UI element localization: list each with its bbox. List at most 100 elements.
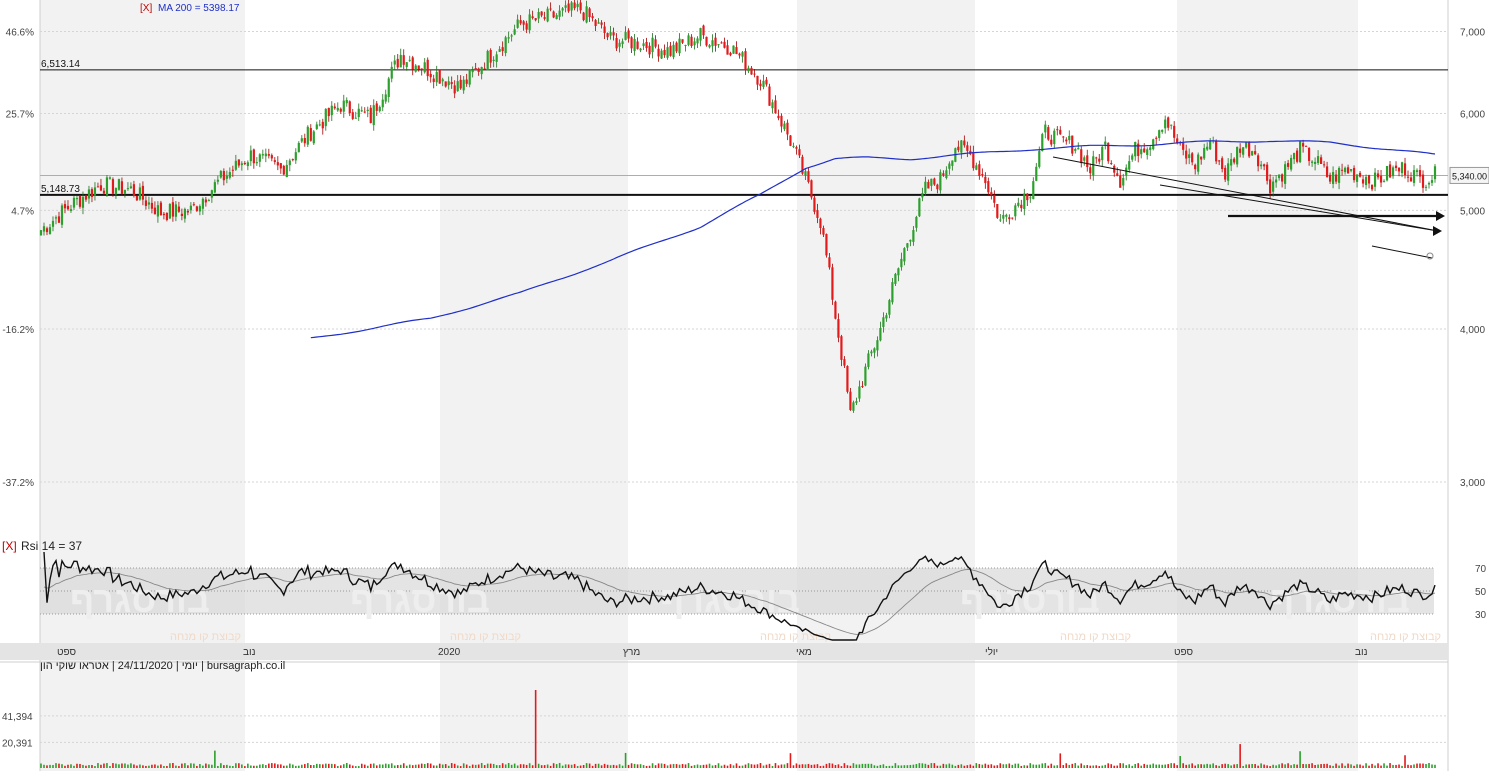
volume-bar (1371, 763, 1373, 768)
candle-body (228, 172, 231, 178)
candle-body (900, 258, 903, 268)
candle-body (471, 70, 474, 73)
volume-bar (390, 763, 393, 768)
candle-body (744, 51, 747, 71)
candle-body (1209, 141, 1212, 150)
candle-body (294, 152, 297, 161)
volume-bar (1323, 763, 1325, 768)
volume-bar (148, 765, 150, 768)
candle-body (1116, 173, 1119, 176)
volume-bar (495, 765, 498, 768)
volume-bar (1383, 763, 1385, 768)
candle-body (1430, 180, 1434, 183)
candle-body (411, 57, 414, 70)
volume-bar (726, 765, 729, 768)
candle-body (90, 189, 94, 197)
volume-bar (1356, 764, 1358, 768)
candle-body (1304, 145, 1308, 147)
candle-body (897, 268, 900, 276)
volume-bar (154, 764, 156, 768)
candle-body (1275, 179, 1278, 183)
volume-bar (1416, 763, 1418, 768)
volume-bar (714, 765, 717, 768)
volume-bar (208, 764, 210, 768)
volume-bar (247, 763, 249, 768)
candle-body (579, 2, 582, 11)
candle-body (600, 22, 603, 25)
volume-bar (1296, 764, 1298, 768)
volume-bar (1167, 764, 1169, 768)
candle-body (1433, 166, 1437, 180)
candle-body (1293, 152, 1296, 160)
candle-body (1278, 174, 1281, 179)
candle-body (534, 18, 537, 21)
volume-bar (981, 764, 984, 768)
volume-bar (1302, 763, 1304, 768)
candle-body (1406, 176, 1410, 178)
volume-bar (753, 764, 756, 768)
candle-body (261, 154, 264, 156)
x-month-label: 2020 (438, 647, 461, 658)
candle-body (1077, 148, 1080, 150)
candle-body (303, 138, 306, 144)
volume-bar (223, 765, 225, 768)
candle-body (762, 80, 765, 87)
volume-bar (873, 765, 876, 768)
candle-body (282, 165, 285, 175)
candle-body (1194, 164, 1197, 170)
volume-bar (729, 764, 732, 768)
candle-body (507, 37, 510, 39)
ma-toggle[interactable]: [X] (140, 3, 152, 14)
candle-body (1128, 161, 1131, 170)
volume-bar (133, 764, 135, 768)
volume-bar (151, 764, 153, 768)
y-tick-right: 7,000 (1460, 28, 1485, 39)
volume-bar (966, 765, 969, 768)
volume-bar (1236, 764, 1238, 768)
candle-body (174, 204, 178, 217)
volume-bar (345, 762, 348, 768)
candle-body (1343, 167, 1347, 173)
candle-body (252, 149, 255, 164)
volume-bar (1344, 765, 1346, 768)
volume-bar (1158, 764, 1160, 768)
candle-body (726, 45, 729, 55)
candle-body (1029, 197, 1032, 199)
volume-bar (555, 764, 558, 768)
candle-body (1080, 149, 1083, 164)
candle-body (1002, 214, 1005, 219)
candle-body (729, 52, 732, 56)
candle-body (1110, 162, 1113, 164)
candle-body (345, 100, 348, 104)
volume-bar (172, 762, 174, 768)
candle-body (1367, 175, 1371, 184)
candle-body (378, 106, 381, 112)
volume-bar (546, 764, 549, 768)
volume-bar (1059, 753, 1062, 768)
candle-body (99, 185, 103, 191)
candle-body (1071, 135, 1074, 154)
volume-bar (687, 763, 690, 768)
candle-body (516, 19, 519, 28)
volume-bar (768, 763, 771, 768)
volume-bar (348, 764, 351, 768)
candle-body (597, 22, 600, 24)
watermark: בורסגרף (1270, 579, 1410, 620)
candle-body (387, 78, 390, 98)
volume-bar (1113, 765, 1116, 768)
volume-bar (211, 764, 213, 768)
candle-body (135, 196, 139, 201)
volume-bar (1212, 763, 1214, 768)
rsi-toggle[interactable]: [X] (2, 539, 17, 553)
volume-bar (1095, 765, 1098, 768)
candle-body (948, 163, 951, 169)
volume-bar (97, 763, 99, 768)
candle-body (1319, 157, 1323, 165)
candle-body (1155, 137, 1158, 139)
candle-body (927, 181, 930, 189)
volume-bar (1338, 765, 1340, 768)
volume-bar (265, 765, 267, 768)
volume-bar (88, 765, 90, 768)
candle-body (66, 205, 70, 210)
volume-bar (642, 765, 645, 768)
